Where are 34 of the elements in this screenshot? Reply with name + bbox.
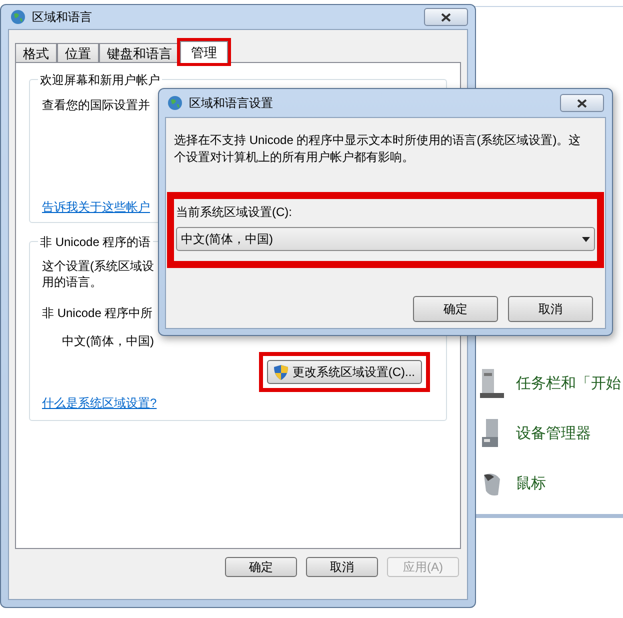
window-title: 区域和语言: [32, 9, 93, 26]
control-panel-item[interactable]: 鼠标: [516, 472, 546, 496]
close-icon: [577, 98, 587, 108]
control-panel-item[interactable]: 设备管理器: [516, 422, 591, 446]
dialog-title: 区域和语言设置: [189, 95, 274, 112]
dropdown-arrow-icon: [582, 236, 590, 242]
globe-icon: [10, 9, 26, 25]
description-text: 查看您的国际设置并: [42, 97, 150, 114]
tab[interactable]: 管理: [180, 41, 228, 63]
dialog-description: 选择在不支持 Unicode 的程序中显示文本时所使用的语言(系统区域设置)。这个设置对计算机上的所有用户帐户都有影响。: [174, 132, 582, 166]
tab[interactable]: 格式: [15, 43, 57, 62]
locale-dropdown[interactable]: 中文(简体，中国): [176, 227, 595, 251]
description-text: 用的语言。: [42, 274, 103, 290]
dialog-button[interactable]: 取消: [508, 296, 593, 322]
dialog-button[interactable]: 取消: [306, 557, 378, 577]
field-label: 当前系统区域设置(C):: [176, 204, 292, 221]
shield-icon: [274, 364, 288, 380]
tab[interactable]: 键盘和语言: [99, 43, 180, 62]
help-link[interactable]: 告诉我关于这些帐户: [42, 198, 150, 216]
change-locale-button[interactable]: 更改系统区域设置(C)...: [267, 360, 422, 384]
help-link[interactable]: 什么是系统区域设置?: [42, 394, 157, 412]
dialog-button[interactable]: 确定: [225, 557, 297, 577]
tab[interactable]: 位置: [57, 43, 99, 62]
close-button[interactable]: [560, 94, 604, 112]
locale-value: 中文(简体，中国): [62, 333, 155, 350]
description-text: 这个设置(系统区域设: [42, 258, 155, 274]
group-legend: 欢迎屏幕和新用户帐户: [38, 71, 162, 89]
close-icon: [441, 12, 451, 22]
dialog-button[interactable]: 确定: [413, 296, 498, 322]
field-label: 非 Unicode 程序中所: [42, 305, 154, 322]
tower-icon: [480, 369, 504, 399]
control-panel-item[interactable]: 任务栏和「开始: [516, 372, 621, 396]
close-button[interactable]: [424, 8, 468, 26]
globe-icon: [167, 95, 183, 111]
